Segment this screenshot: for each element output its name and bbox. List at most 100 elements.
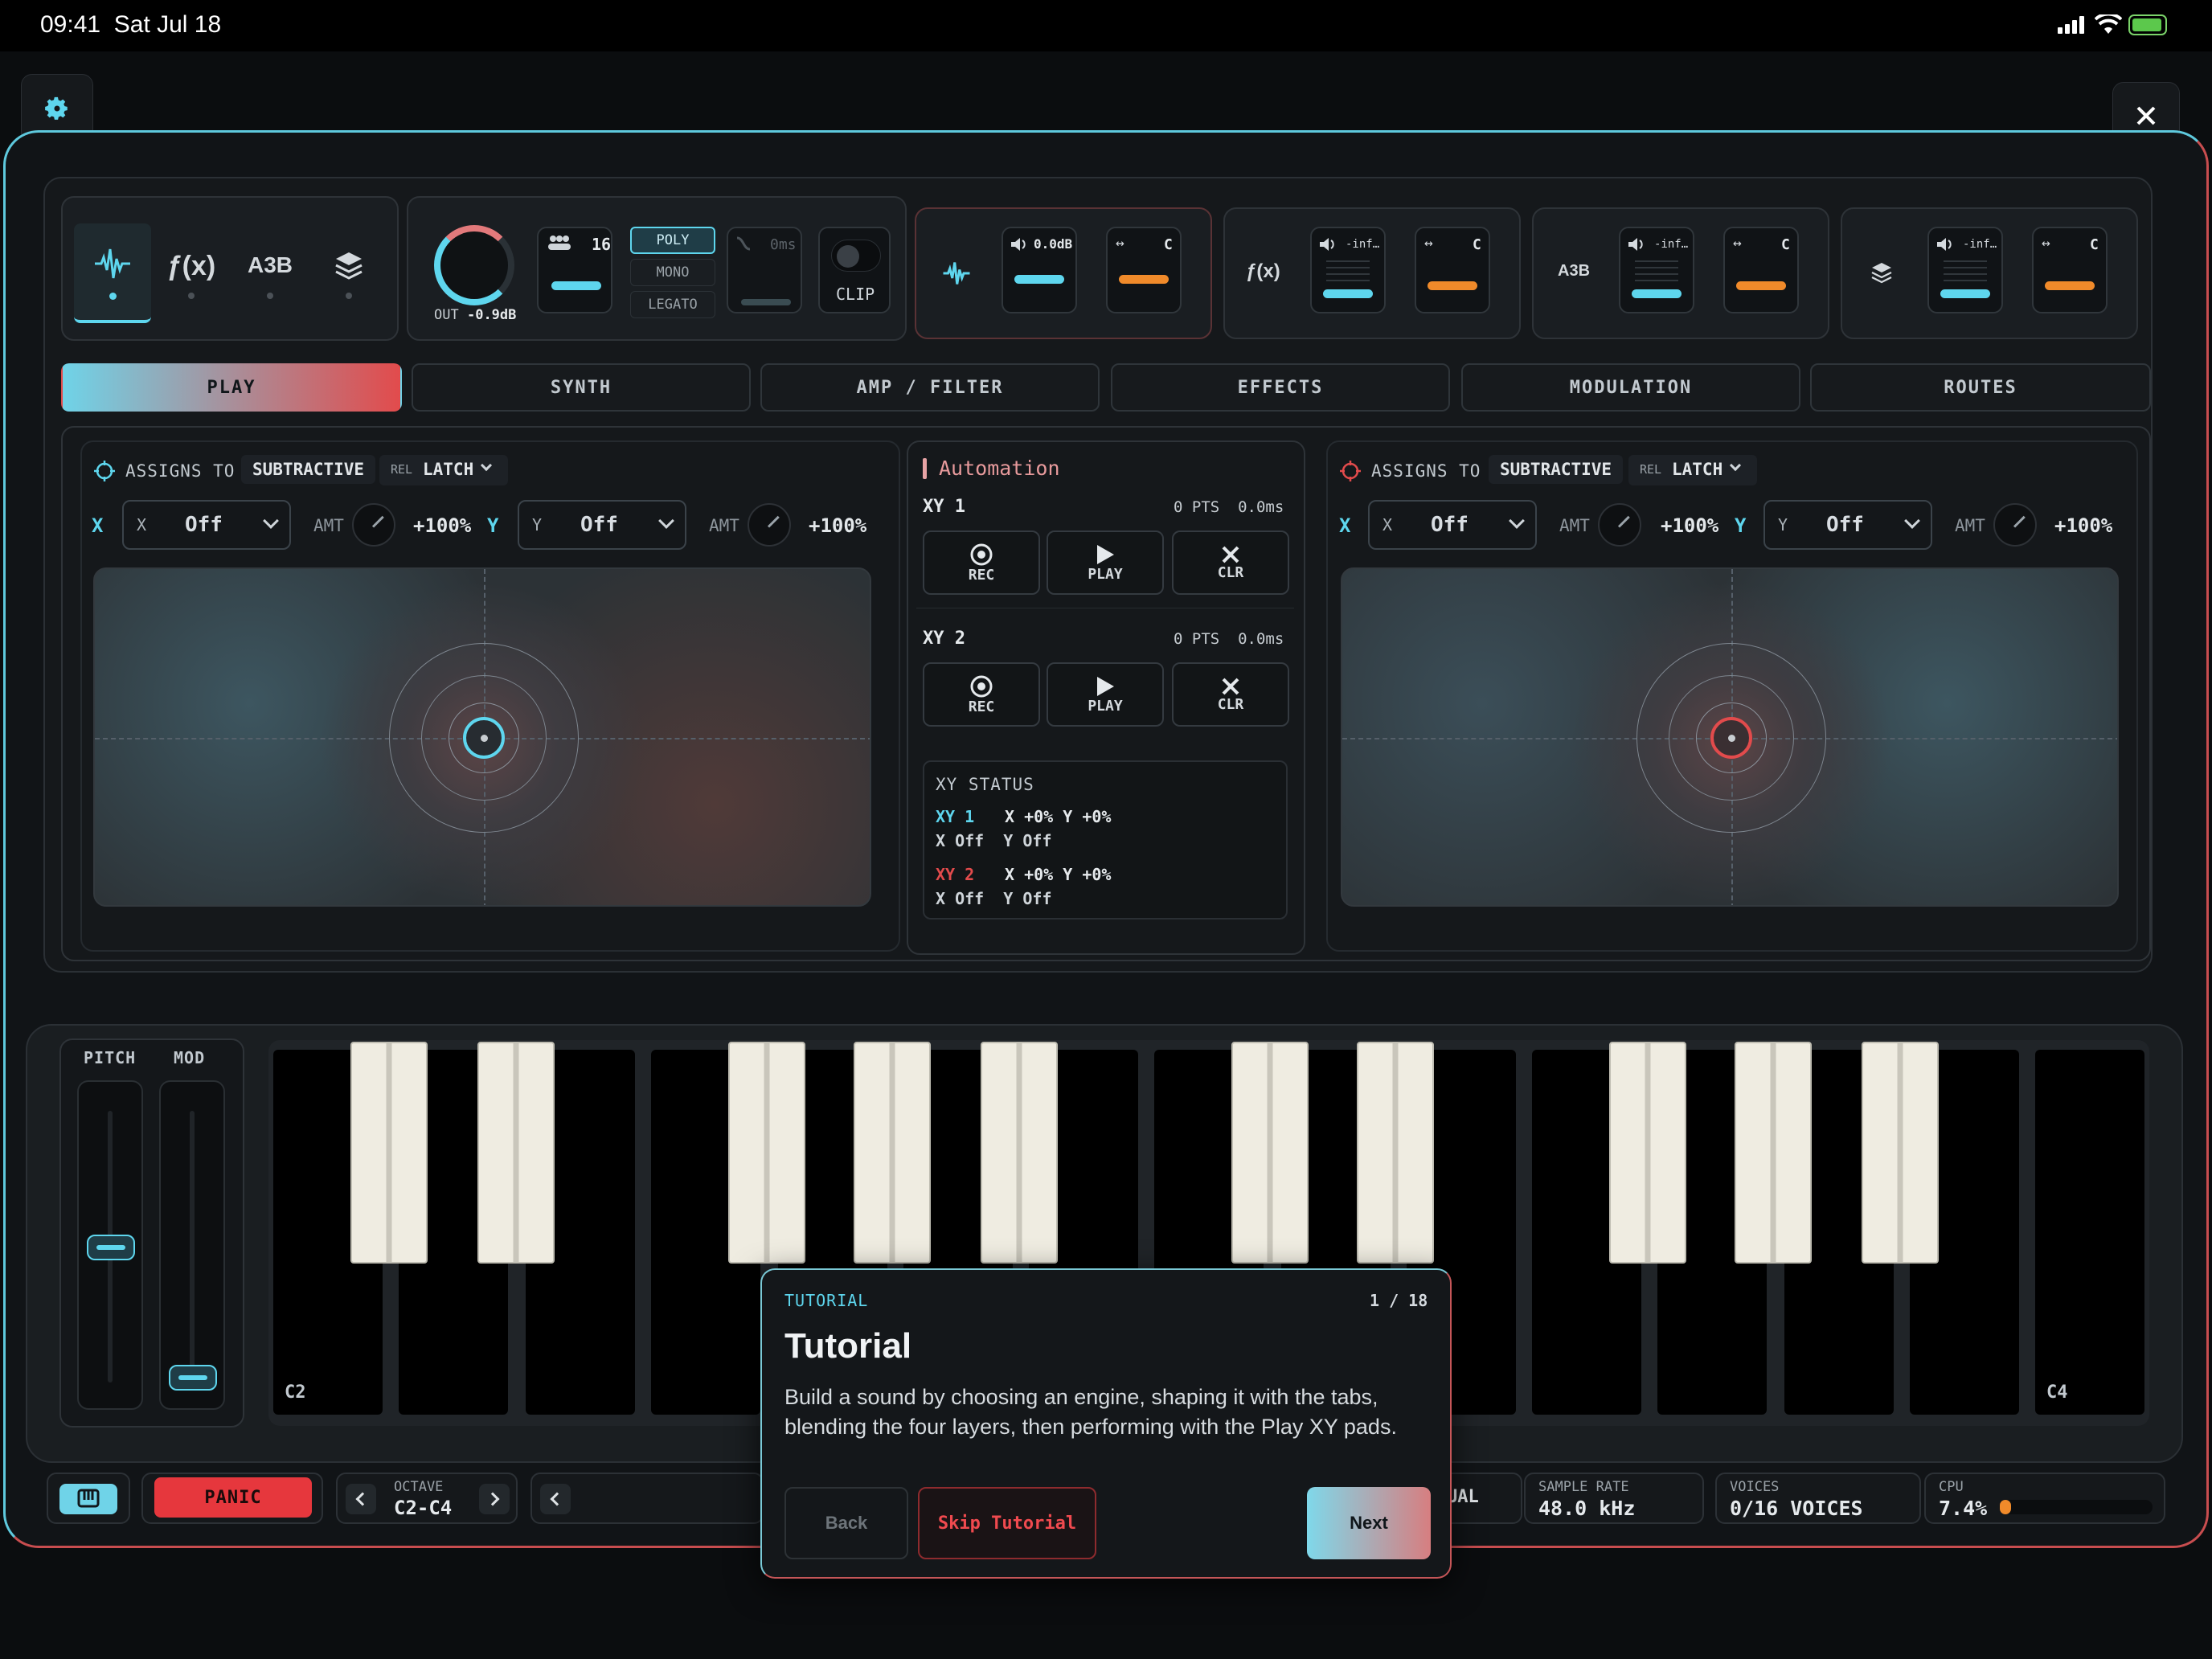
tab-routes[interactable]: ROUTES [1810, 363, 2151, 412]
panic-button[interactable]: PANIC [154, 1477, 312, 1518]
engine-tab-layers[interactable] [310, 223, 387, 323]
engine-tab-subtractive[interactable] [74, 223, 151, 323]
mode-selector-box [530, 1473, 764, 1524]
glide-slot[interactable]: 0ms [727, 227, 802, 313]
mod-wheel[interactable] [159, 1080, 225, 1410]
xy1-clear-button[interactable]: CLR [1172, 530, 1289, 595]
waveform-icon [943, 262, 970, 285]
y-target-dropdown[interactable]: Y Off [518, 500, 686, 550]
tab-effects[interactable]: EFFECTS [1111, 363, 1450, 412]
xy-pad-1[interactable] [93, 567, 871, 907]
record-icon [970, 543, 993, 565]
y-axis-label: Y [487, 514, 499, 537]
glide-value: 0ms [770, 236, 797, 253]
tutorial-back-button[interactable]: Back [784, 1487, 908, 1559]
key-label-c4: C4 [2046, 1382, 2068, 1403]
layer-3-gain[interactable]: -inf… [1619, 227, 1694, 313]
assign-target[interactable]: SUBTRACTIVE [241, 455, 376, 484]
layer-1-pan[interactable]: ↔ C [1106, 227, 1182, 313]
layer-4-pan[interactable]: ↔ C [2032, 227, 2108, 313]
tab-modulation[interactable]: MODULATION [1461, 363, 1800, 412]
x-amount-value: +100% [1661, 514, 1719, 537]
xy2-clear-button[interactable]: CLR [1172, 662, 1289, 727]
chevron-left-icon [550, 1492, 564, 1506]
key-white[interactable] [2035, 1050, 2144, 1415]
x-amount-knob[interactable] [1598, 503, 1641, 547]
key-black[interactable] [1735, 1042, 1812, 1264]
voices-value: 0/16 VOICES [1730, 1497, 1863, 1520]
output-knob-label: OUT -0.9dB [434, 307, 517, 323]
octave-box: OCTAVE C2-C4 [336, 1473, 518, 1524]
y-target-dropdown[interactable]: Y Off [1763, 500, 1932, 550]
tab-amp-filter[interactable]: AMP / FILTER [760, 363, 1100, 412]
xy1-play-button[interactable]: PLAY [1047, 530, 1164, 595]
y-amount-knob[interactable] [748, 503, 791, 547]
mod-wheel-handle[interactable] [169, 1365, 217, 1391]
key-black[interactable] [1231, 1042, 1309, 1264]
prev-mode-button[interactable] [540, 1484, 571, 1514]
clip-toggle[interactable]: CLIP [818, 227, 891, 313]
engine-tab-function[interactable]: ƒ(x) [153, 223, 230, 323]
latch-dropdown[interactable]: REL LATCH [1628, 455, 1757, 485]
octave-up-button[interactable] [479, 1484, 510, 1514]
assign-target[interactable]: SUBTRACTIVE [1489, 455, 1624, 484]
keyboard-toggle-button[interactable] [59, 1484, 117, 1514]
key-black[interactable] [1609, 1042, 1686, 1264]
layer-2-gain[interactable]: -inf… [1310, 227, 1386, 313]
layers-icon [335, 252, 363, 280]
key-black[interactable] [854, 1042, 931, 1264]
layer-3-pan[interactable]: ↔ C [1723, 227, 1799, 313]
tab-synth[interactable]: SYNTH [412, 363, 751, 412]
x-amount-knob[interactable] [352, 503, 395, 547]
pitch-wheel[interactable] [77, 1080, 143, 1410]
octave-value: C2-C4 [394, 1497, 453, 1519]
signal-icon [2058, 16, 2087, 34]
tab-play[interactable]: PLAY [61, 363, 402, 412]
output-knob[interactable] [434, 225, 514, 305]
x-target-dropdown[interactable]: X Off [122, 500, 291, 550]
layer-4-gain[interactable]: -inf… [1927, 227, 2003, 313]
voices-slot[interactable]: 16 [537, 227, 612, 313]
status-bar: 09:41 Sat Jul 18 [0, 0, 2212, 51]
tutorial-title: Tutorial [784, 1326, 912, 1366]
layer-2-pan[interactable]: ↔ C [1415, 227, 1490, 313]
octave-down-button[interactable] [346, 1484, 376, 1514]
crosshair-icon [1340, 461, 1361, 481]
layer-2-icon: ƒ(x) [1246, 260, 1280, 282]
xy1-rec-button[interactable]: REC [923, 530, 1040, 595]
piano-icon [77, 1489, 100, 1508]
y-amount-knob[interactable] [1993, 503, 2037, 547]
key-black[interactable] [1862, 1042, 1939, 1264]
xy2-rec-button[interactable]: REC [923, 662, 1040, 727]
status-xy2-label: XY 2 [936, 865, 975, 884]
x-amt-label: AMT [313, 516, 344, 535]
xy2-play-button[interactable]: PLAY [1047, 662, 1164, 727]
xy-pad-2-handle[interactable] [1710, 717, 1752, 759]
status-time: 09:41 Sat Jul 18 [40, 11, 222, 38]
mode-legato[interactable]: LEGATO [630, 291, 715, 318]
pitch-wheel-handle[interactable] [87, 1235, 135, 1260]
xy-pad-2[interactable] [1341, 567, 2119, 907]
play-icon [1097, 544, 1114, 564]
mode-mono[interactable]: MONO [630, 259, 715, 286]
tutorial-skip-button[interactable]: Skip Tutorial [918, 1487, 1096, 1559]
key-black[interactable] [350, 1042, 428, 1264]
x-target-dropdown[interactable]: X Off [1368, 500, 1537, 550]
speaker-icon [1937, 238, 1952, 251]
key-black[interactable] [477, 1042, 555, 1264]
crosshair-icon [94, 461, 115, 481]
tutorial-next-button[interactable]: Next [1307, 1487, 1431, 1559]
key-black[interactable] [981, 1042, 1058, 1264]
key-label-c2: C2 [285, 1382, 306, 1403]
key-black[interactable] [728, 1042, 805, 1264]
mode-poly[interactable]: POLY [630, 227, 715, 254]
tutorial-dialog: TUTORIAL 1 / 18 Tutorial Build a sound b… [760, 1268, 1452, 1579]
key-black[interactable] [1357, 1042, 1434, 1264]
x-amt-label: AMT [1559, 516, 1590, 535]
xy-pad-1-handle[interactable] [463, 717, 505, 759]
latch-dropdown[interactable]: REL LATCH [379, 455, 508, 485]
layer-1-gain[interactable]: 0.0dB [1002, 227, 1077, 313]
close-icon [2136, 106, 2156, 125]
octave-label: OCTAVE [394, 1479, 444, 1495]
engine-tab-a3b[interactable]: A3B [231, 223, 309, 323]
